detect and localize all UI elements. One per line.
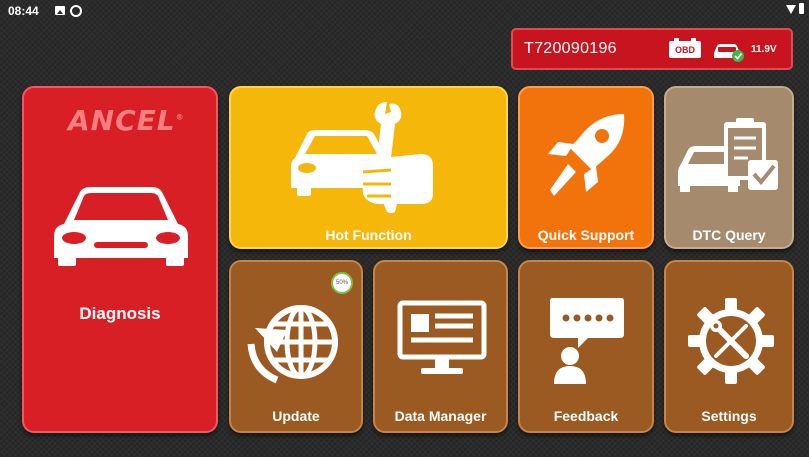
feedback-label: Feedback bbox=[553, 408, 619, 424]
chat-person-icon bbox=[550, 298, 624, 384]
car-clipboard-icon bbox=[678, 118, 778, 192]
hot-function-tile[interactable]: Hot Function bbox=[229, 86, 508, 249]
hot-function-label: Hot Function bbox=[325, 227, 412, 243]
settings-label: Settings bbox=[701, 408, 757, 424]
quick-support-label: Quick Support bbox=[537, 227, 635, 243]
at-icon bbox=[70, 5, 82, 17]
obd-icon: OBD bbox=[669, 38, 701, 58]
settings-tile[interactable]: Settings bbox=[664, 260, 794, 433]
vci-serial-number: T720090196 bbox=[524, 40, 617, 57]
dtc-query-label: DTC Query bbox=[692, 227, 766, 243]
car-icon bbox=[54, 187, 188, 266]
data-manager-label: Data Manager bbox=[394, 408, 487, 424]
ancel-logo: ANCEL® bbox=[68, 104, 185, 137]
image-icon bbox=[55, 6, 65, 15]
car-connected-icon bbox=[714, 44, 744, 62]
dtc-query-tile[interactable]: DTC Query bbox=[664, 86, 794, 249]
rocket-icon bbox=[548, 114, 625, 196]
status-time: 08:44 bbox=[8, 4, 39, 18]
diagnosis-label: Diagnosis bbox=[79, 304, 161, 323]
update-tile[interactable]: 50% Update bbox=[229, 260, 363, 433]
battery-icon bbox=[799, 3, 804, 14]
vci-connection-panel[interactable]: T720090196 OBD 11.9V bbox=[511, 28, 793, 70]
update-progress-badge: 50% bbox=[331, 272, 353, 294]
data-manager-tile[interactable]: Data Manager bbox=[373, 260, 508, 433]
car-wrench-icon bbox=[291, 102, 433, 213]
wifi-icon bbox=[786, 5, 796, 14]
monitor-icon bbox=[397, 300, 487, 374]
status-bar: 08:44 bbox=[0, 0, 809, 22]
diagnosis-tile[interactable]: ANCEL® Diagnosis bbox=[22, 86, 218, 433]
update-label: Update bbox=[272, 408, 320, 424]
battery-voltage: 11.9V bbox=[751, 44, 777, 55]
feedback-tile[interactable]: Feedback bbox=[518, 260, 654, 433]
quick-support-tile[interactable]: Quick Support bbox=[518, 86, 654, 249]
gear-tools-icon bbox=[688, 298, 774, 384]
globe-refresh-icon bbox=[247, 305, 338, 384]
